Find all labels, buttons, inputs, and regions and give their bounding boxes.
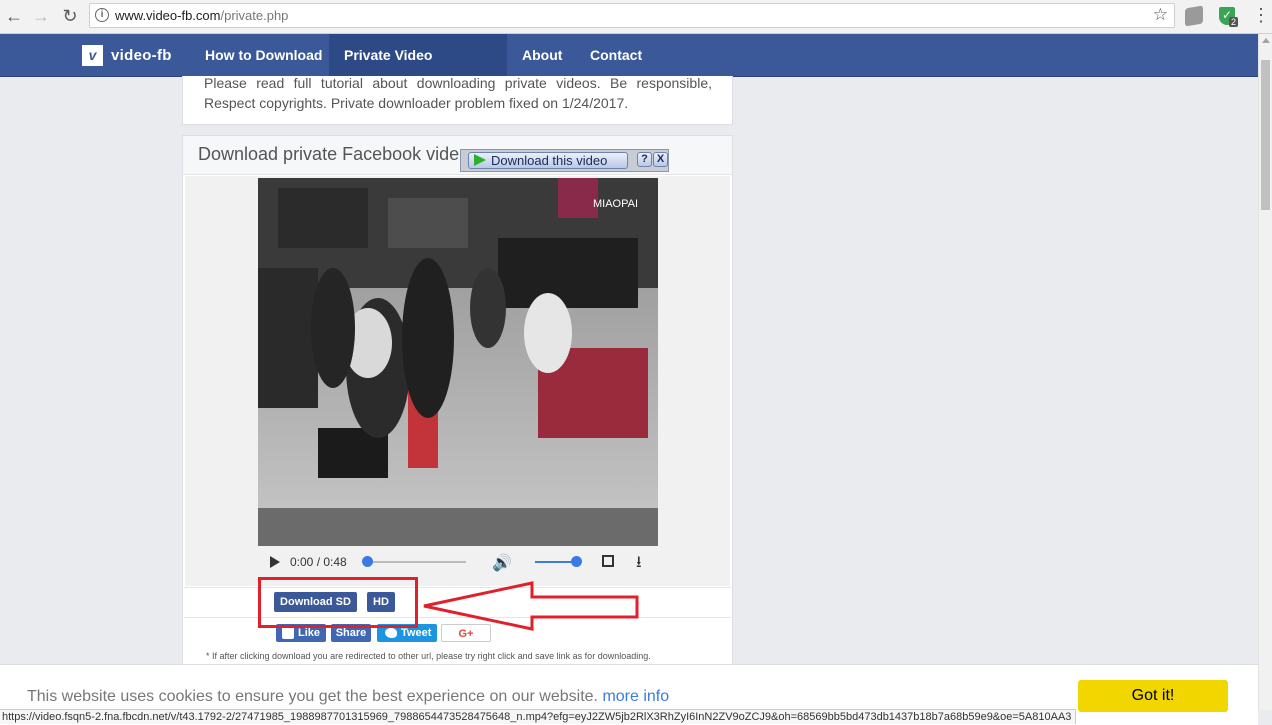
- volume-knob[interactable]: [571, 556, 582, 567]
- like-label: Like: [298, 627, 321, 639]
- close-button[interactable]: X: [653, 152, 668, 167]
- brand-logo[interactable]: v video-fb: [82, 45, 172, 66]
- play-arrow-icon: [474, 154, 486, 166]
- brand-name: video-fb: [111, 47, 172, 64]
- intro-text: Please read full tutorial about download…: [204, 75, 712, 111]
- video-frame-image: [258, 178, 658, 546]
- more-info-link[interactable]: more info: [602, 688, 669, 705]
- video-player[interactable]: MIAOPAI: [258, 178, 658, 546]
- twitter-bird-icon: [385, 628, 397, 638]
- nav-how-to-download[interactable]: How to Download: [190, 34, 337, 76]
- address-bar[interactable]: i www.video-fb.com/private.php ☆: [89, 3, 1175, 28]
- site-navbar: v video-fb How to Download Private Video…: [0, 34, 1258, 105]
- cookie-message: This website uses cookies to ensure you …: [27, 688, 598, 705]
- volume-icon[interactable]: 🔊: [492, 553, 512, 573]
- browser-menu-icon[interactable]: ⋮: [1252, 6, 1270, 24]
- video-controls: 0:00 / 0:48 🔊 ⭳: [258, 546, 658, 578]
- info-icon[interactable]: i: [95, 8, 109, 22]
- help-button[interactable]: ?: [637, 152, 652, 167]
- seek-knob[interactable]: [362, 556, 373, 567]
- intro-panel: Please read full tutorial about download…: [182, 75, 733, 125]
- download-this-video-label: Download this video: [491, 153, 608, 168]
- brand-icon: v: [82, 45, 103, 66]
- got-it-button[interactable]: Got it!: [1078, 680, 1228, 712]
- nav-private-video-download[interactable]: Private Video Download: [329, 34, 507, 105]
- annotation-arrow-icon: [423, 581, 639, 631]
- page-scrollbar[interactable]: [1258, 34, 1272, 710]
- back-icon[interactable]: ←: [3, 5, 25, 27]
- volume-slider[interactable]: [535, 556, 582, 567]
- extension-badge: 2: [1229, 17, 1239, 27]
- download-overlay-bar: Download this video ? X: [460, 149, 669, 172]
- seek-bar[interactable]: [362, 556, 466, 567]
- browser-toolbar: ← → ↻ i www.video-fb.com/private.php ☆ ✓…: [0, 0, 1272, 34]
- download-this-video-button[interactable]: Download this video: [468, 152, 628, 169]
- download-note: * If after clicking download you are red…: [206, 651, 651, 661]
- status-bar-url: https://video.fsqn5-2.fna.fbcdn.net/v/t4…: [0, 709, 1077, 724]
- video-watermark: MIAOPAI: [592, 198, 638, 210]
- reload-icon[interactable]: ↻: [59, 5, 81, 27]
- nav-contact[interactable]: Contact: [575, 34, 657, 76]
- cookie-text: This website uses cookies to ensure you …: [27, 688, 669, 706]
- shield-extension-icon[interactable]: ✓ 2: [1219, 7, 1239, 27]
- fullscreen-icon[interactable]: [602, 555, 614, 567]
- download-icon[interactable]: ⭳: [636, 551, 642, 578]
- bookmark-star-icon[interactable]: ☆: [1153, 5, 1168, 25]
- nav-about[interactable]: About: [507, 34, 577, 76]
- address-url[interactable]: www.video-fb.com/private.php: [115, 8, 288, 23]
- forward-icon[interactable]: →: [30, 5, 52, 27]
- panel-title: Download private Facebook video: [198, 144, 470, 164]
- scroll-up-icon[interactable]: [1262, 38, 1270, 43]
- play-icon[interactable]: [270, 556, 280, 568]
- thumbs-up-icon: [282, 627, 294, 639]
- annotation-highlight-box: [258, 577, 418, 628]
- extension-icon[interactable]: [1185, 5, 1203, 27]
- video-time: 0:00 / 0:48: [290, 555, 347, 569]
- scroll-thumb[interactable]: [1261, 60, 1270, 210]
